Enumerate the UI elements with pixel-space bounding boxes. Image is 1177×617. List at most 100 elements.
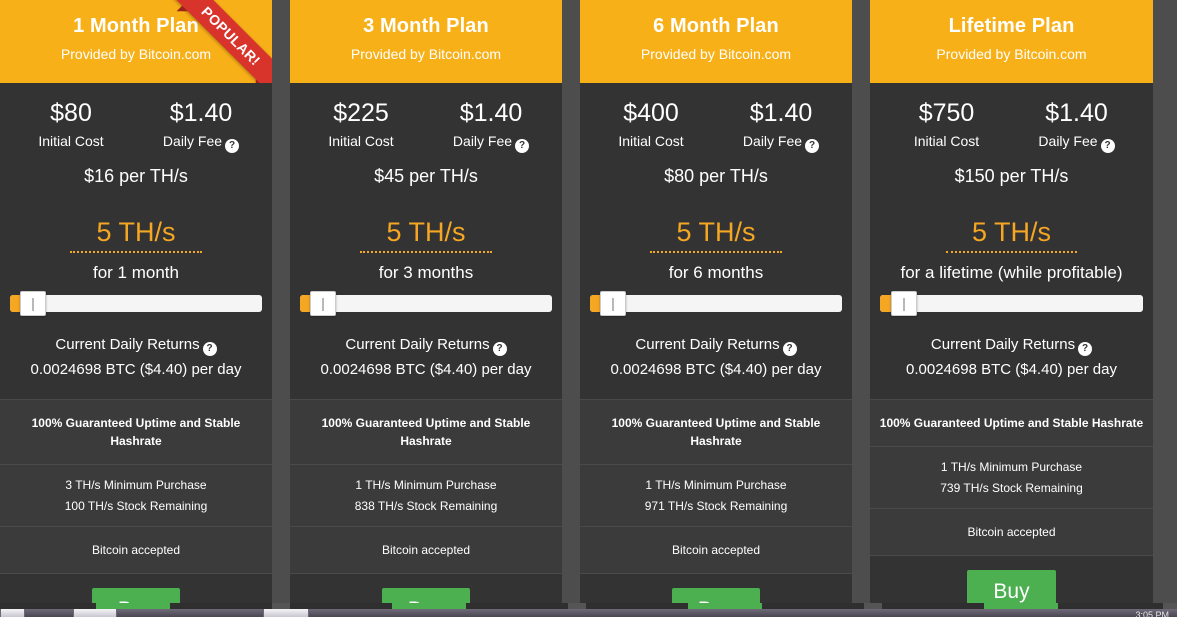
daily-returns-label: Current Daily Returns? bbox=[8, 334, 264, 356]
initial-cost-value: $80 bbox=[50, 99, 92, 127]
price-per-th: $80 per TH/s bbox=[664, 166, 768, 186]
plan-header: 6 Month Plan Provided by Bitcoin.com bbox=[580, 0, 852, 83]
taskbar-quicklaunch[interactable] bbox=[25, 609, 73, 617]
hashrate-value[interactable]: 5 TH/s bbox=[945, 215, 1078, 253]
price-row: $80 Initial Cost $1.40 Daily Fee? bbox=[10, 97, 262, 153]
taskbar-window-row: 3:05 PM bbox=[0, 609, 1177, 617]
hashrate-value[interactable]: 5 TH/s bbox=[70, 215, 202, 253]
daily-returns-block: Current Daily Returns? 0.0024698 BTC ($4… bbox=[580, 330, 852, 399]
daily-returns-value: 0.0024698 BTC ($4.40) per day bbox=[906, 361, 1117, 378]
help-icon[interactable]: ? bbox=[225, 139, 240, 153]
payment-feature: Bitcoin accepted bbox=[580, 526, 852, 573]
price-per-th: $150 per TH/s bbox=[954, 166, 1069, 186]
plan-provider: Provided by Bitcoin.com bbox=[936, 46, 1087, 62]
slider-handle[interactable] bbox=[20, 291, 47, 316]
stock-remaining: 838 TH/s Stock Remaining bbox=[354, 499, 498, 513]
price-block: $750 Initial Cost $1.40 Daily Fee? $150 … bbox=[870, 83, 1153, 205]
daily-returns-block: Current Daily Returns? 0.0024698 BTC ($4… bbox=[290, 330, 562, 399]
hashrate-block: 5 TH/s for 6 months bbox=[580, 205, 852, 330]
price-block: $225 Initial Cost $1.40 Daily Fee? $45 p… bbox=[290, 83, 562, 205]
taskbar-window-item-2[interactable] bbox=[117, 609, 263, 617]
hashrate-block: 5 TH/s for 3 months bbox=[290, 205, 562, 330]
daily-fee-col: $1.40 Daily Fee? bbox=[443, 97, 539, 153]
daily-fee-value: $1.40 bbox=[1045, 99, 1108, 127]
daily-returns-value: 0.0024698 BTC ($4.40) per day bbox=[320, 361, 532, 378]
hashrate-slider[interactable] bbox=[300, 291, 552, 316]
taskbar: 3:05 PM bbox=[0, 603, 1177, 617]
taskbar-tray-area[interactable] bbox=[309, 609, 1177, 617]
minimum-purchase: 1 TH/s Minimum Purchase bbox=[645, 478, 787, 492]
slider-handle[interactable] bbox=[890, 291, 917, 316]
plan-card-1-month: 1 Month Plan Provided by Bitcoin.com POP… bbox=[0, 0, 272, 617]
slider-handle[interactable] bbox=[310, 291, 337, 316]
initial-cost-label: Initial Cost bbox=[618, 133, 684, 149]
plan-provider: Provided by Bitcoin.com bbox=[640, 46, 792, 62]
hashrate-block: 5 TH/s for 1 month bbox=[0, 205, 272, 330]
initial-cost-label: Initial Cost bbox=[328, 133, 394, 149]
daily-returns-text: Current Daily Returns bbox=[345, 336, 490, 353]
uptime-feature: 100% Guaranteed Uptime and Stable Hashra… bbox=[0, 399, 272, 464]
daily-returns-text: Current Daily Returns bbox=[635, 336, 780, 353]
slider-handle[interactable] bbox=[600, 291, 627, 316]
plan-card-6-month: 6 Month Plan Provided by Bitcoin.com $40… bbox=[580, 0, 852, 617]
hashrate-slider[interactable] bbox=[880, 291, 1143, 316]
help-icon[interactable]: ? bbox=[805, 139, 820, 153]
stock-feature: 1 TH/s Minimum Purchase 971 TH/s Stock R… bbox=[580, 464, 852, 526]
help-icon[interactable]: ? bbox=[782, 342, 797, 356]
pricing-plans-container: 1 Month Plan Provided by Bitcoin.com POP… bbox=[0, 0, 1177, 617]
hashrate-slider[interactable] bbox=[10, 291, 262, 316]
payment-feature: Bitcoin accepted bbox=[870, 508, 1153, 555]
daily-returns-text: Current Daily Returns bbox=[55, 336, 200, 353]
stock-feature: 1 TH/s Minimum Purchase 838 TH/s Stock R… bbox=[290, 464, 562, 526]
price-per-th: $45 per TH/s bbox=[374, 166, 478, 186]
daily-fee-label: Daily Fee? bbox=[1029, 131, 1125, 153]
daily-returns-label: Current Daily Returns? bbox=[298, 334, 554, 356]
plan-header: 3 Month Plan Provided by Bitcoin.com bbox=[290, 0, 562, 83]
payment-feature: Bitcoin accepted bbox=[290, 526, 562, 573]
daily-fee-col: $1.40 Daily Fee? bbox=[733, 97, 829, 153]
stock-feature: 3 TH/s Minimum Purchase 100 TH/s Stock R… bbox=[0, 464, 272, 526]
uptime-feature: 100% Guaranteed Uptime and Stable Hashra… bbox=[870, 399, 1153, 446]
taskbar-window-item-3[interactable] bbox=[263, 609, 309, 617]
help-icon[interactable]: ? bbox=[1078, 342, 1093, 356]
daily-returns-value: 0.0024698 BTC ($4.40) per day bbox=[610, 361, 822, 378]
initial-cost-col: $400 Initial Cost bbox=[603, 97, 699, 153]
plan-provider: Provided by Bitcoin.com bbox=[350, 46, 502, 62]
daily-fee-value: $1.40 bbox=[749, 99, 813, 127]
help-icon[interactable]: ? bbox=[202, 342, 217, 356]
hashrate-slider[interactable] bbox=[590, 291, 842, 316]
daily-fee-text: Daily Fee bbox=[162, 133, 223, 149]
daily-returns-block: Current Daily Returns? 0.0024698 BTC ($4… bbox=[870, 330, 1153, 399]
plan-title: 6 Month Plan bbox=[653, 15, 779, 37]
help-icon[interactable]: ? bbox=[1100, 139, 1115, 153]
stock-remaining: 971 TH/s Stock Remaining bbox=[644, 499, 788, 513]
hashrate-value[interactable]: 5 TH/s bbox=[360, 215, 492, 253]
plan-title: Lifetime Plan bbox=[948, 15, 1075, 37]
stock-feature: 1 TH/s Minimum Purchase 739 TH/s Stock R… bbox=[870, 446, 1153, 508]
hashrate-period: for 3 months bbox=[378, 263, 474, 282]
taskbar-start-button[interactable] bbox=[0, 609, 25, 617]
daily-fee-label: Daily Fee? bbox=[153, 131, 249, 153]
taskbar-clock: 3:05 PM bbox=[1135, 610, 1169, 617]
plan-title: 3 Month Plan bbox=[363, 15, 489, 37]
plan-card-lifetime: Lifetime Plan Provided by Bitcoin.com $7… bbox=[870, 0, 1153, 617]
hashrate-value[interactable]: 5 TH/s bbox=[650, 215, 782, 253]
daily-fee-label: Daily Fee? bbox=[733, 131, 829, 153]
price-row: $400 Initial Cost $1.40 Daily Fee? bbox=[590, 97, 842, 153]
price-row: $225 Initial Cost $1.40 Daily Fee? bbox=[300, 97, 552, 153]
hashrate-period: for 1 month bbox=[93, 263, 179, 282]
taskbar-window-item-1[interactable] bbox=[73, 609, 117, 617]
initial-cost-col: $80 Initial Cost bbox=[23, 97, 119, 153]
daily-fee-col: $1.40 Daily Fee? bbox=[153, 97, 249, 153]
help-icon[interactable]: ? bbox=[492, 342, 507, 356]
page-root: 1 Month Plan Provided by Bitcoin.com POP… bbox=[0, 0, 1177, 617]
initial-cost-col: $225 Initial Cost bbox=[313, 97, 409, 153]
daily-returns-text: Current Daily Returns bbox=[930, 336, 1076, 353]
plan-provider: Provided by Bitcoin.com bbox=[60, 46, 212, 62]
daily-fee-text: Daily Fee bbox=[452, 133, 513, 149]
payment-feature: Bitcoin accepted bbox=[0, 526, 272, 573]
stock-remaining: 100 TH/s Stock Remaining bbox=[64, 499, 208, 513]
price-per-th: $16 per TH/s bbox=[84, 166, 188, 186]
initial-cost-label: Initial Cost bbox=[38, 133, 104, 149]
help-icon[interactable]: ? bbox=[515, 139, 530, 153]
